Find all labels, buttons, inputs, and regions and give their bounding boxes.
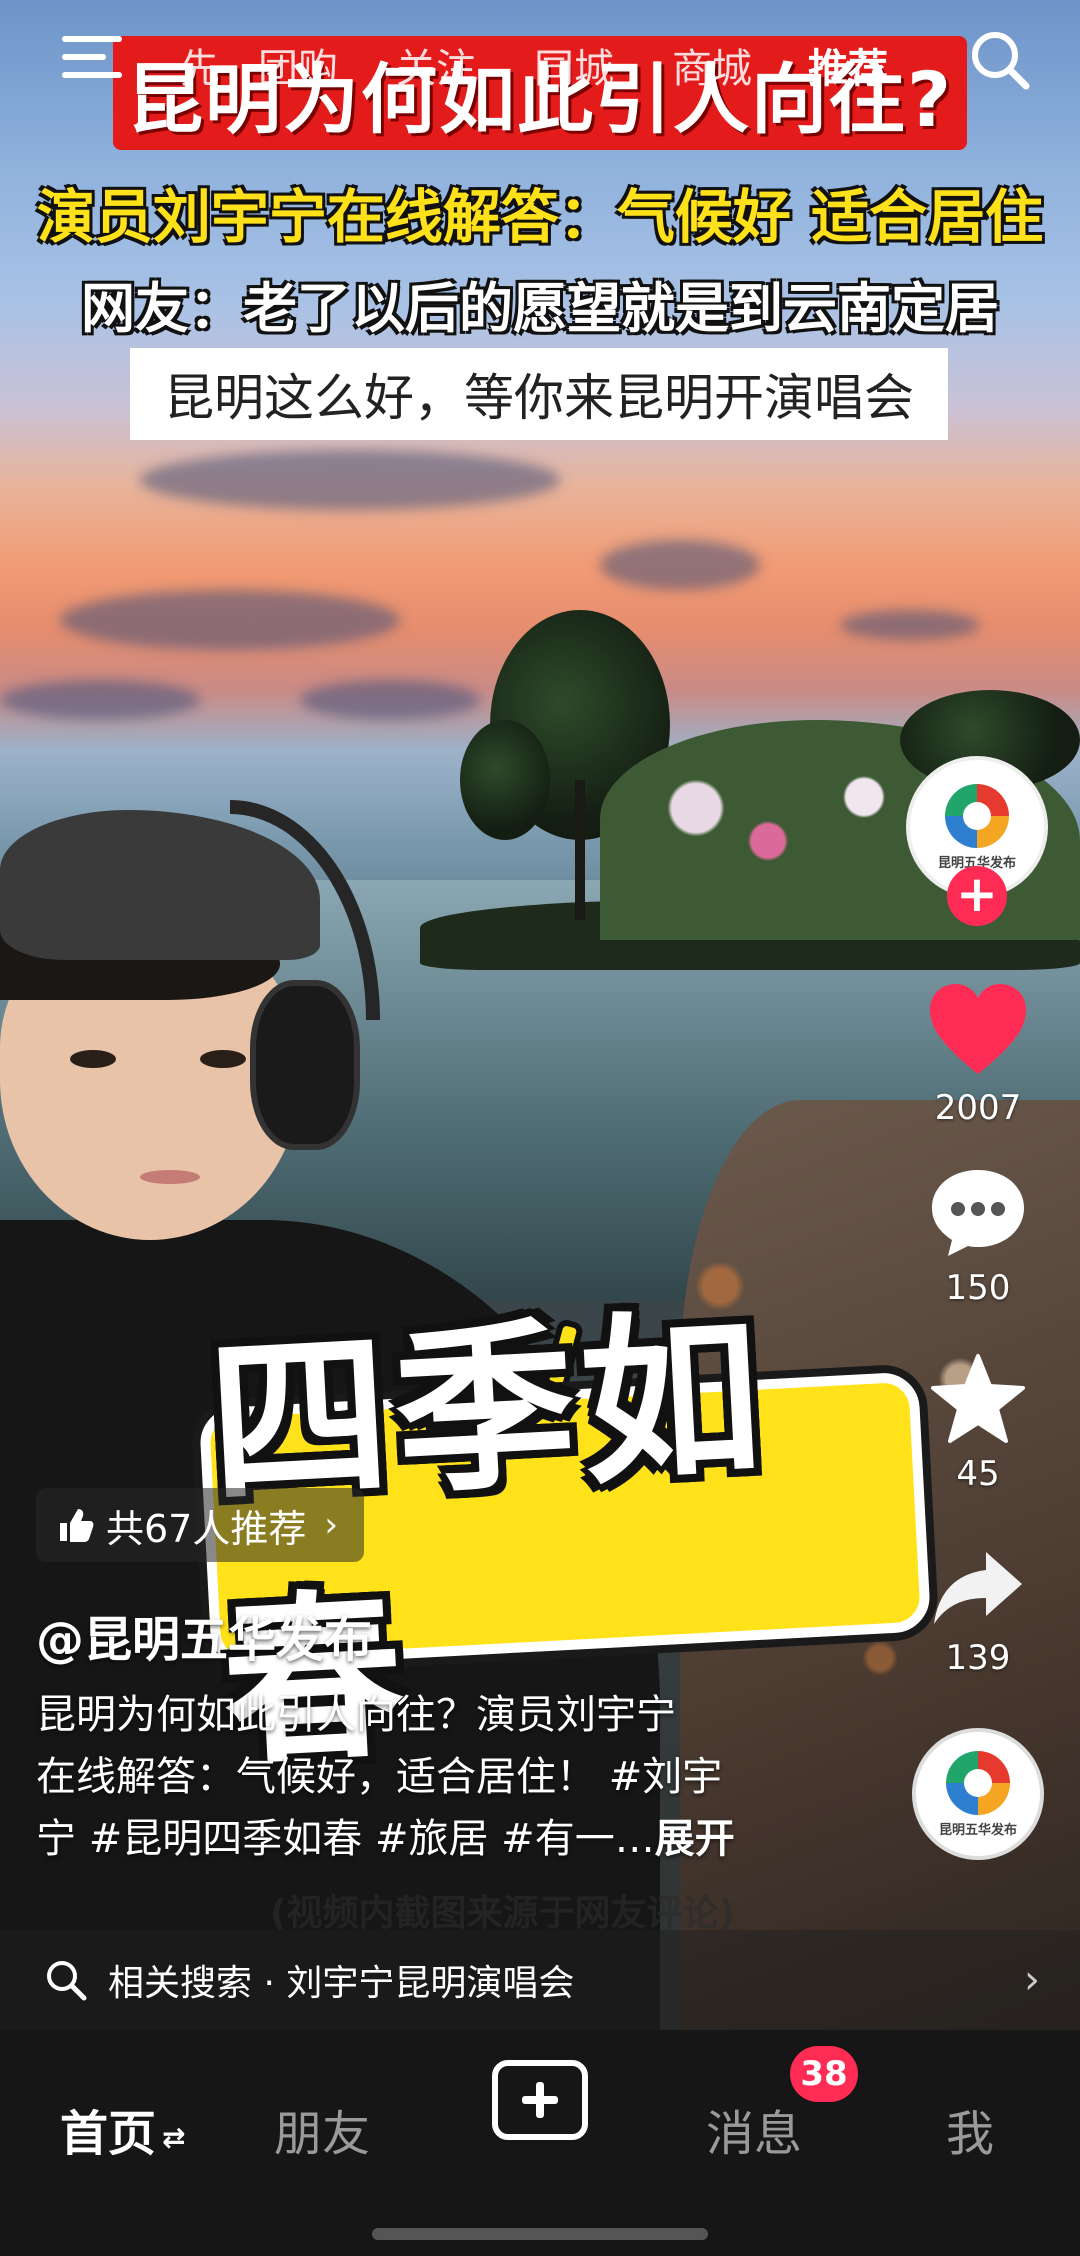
comment-caption: 网友：老了以后的愿望就是到云南定居 [81, 277, 999, 340]
share-button[interactable]: 139 [918, 1548, 1038, 1678]
author-name[interactable]: @昆明五华发布 [36, 1600, 372, 1670]
cloud [140, 450, 560, 510]
eye [200, 1050, 246, 1068]
switch-icon: ⇄ [162, 2120, 186, 2154]
recommend-chip[interactable]: 共67人推荐 › [36, 1488, 364, 1562]
description-line-text: 宁 #昆明四季如春 #旅居 #有一… [36, 1816, 655, 1862]
related-search-bar[interactable]: 相关搜索 · 刘宇宁昆明演唱会 › [0, 1930, 1080, 2030]
tab-me[interactable]: 我 [946, 2094, 994, 2164]
comment-button[interactable]: 150 [918, 1166, 1038, 1308]
like-count: 2007 [934, 1088, 1022, 1128]
menu-icon[interactable] [62, 36, 122, 86]
cloud [60, 590, 400, 650]
tab-messages[interactable]: 消息 [706, 2094, 802, 2164]
follow-button[interactable]: + [947, 866, 1007, 926]
tab-home[interactable]: 首页 ⇄ [60, 2094, 185, 2164]
subline-caption: 演员刘宇宁在线解答：气候好 适合居住 [36, 183, 1044, 251]
tab-mall[interactable]: 商城 [672, 36, 752, 94]
search-icon [47, 1961, 87, 2001]
top-nav: 先 团购 关注 同城 商城 推荐 [0, 20, 1080, 120]
search-icon[interactable] [968, 28, 1032, 92]
favorite-button[interactable]: 45 [918, 1352, 1038, 1494]
boxed-caption: 昆明这么好，等你来昆明开演唱会 [130, 348, 948, 440]
headphone-earcup [250, 980, 360, 1150]
mouth [140, 1170, 200, 1184]
music-disc[interactable]: 昆明五华发布 [912, 1728, 1044, 1860]
heart-icon [930, 984, 1026, 1074]
share-icon [934, 1552, 1022, 1624]
recommend-count: 共67人推荐 [106, 1506, 307, 1551]
music-logo-icon [946, 1750, 1010, 1815]
tab-following[interactable]: 关注 [396, 36, 476, 94]
comment-count: 150 [945, 1268, 1011, 1308]
description-line: 宁 #昆明四季如春 #旅居 #有一…展开 [36, 1808, 816, 1870]
tab-recommend[interactable]: 推荐 [808, 36, 888, 94]
tab-friends[interactable]: 朋友 [274, 2094, 370, 2164]
description-line: 在线解答：气候好，适合居住！ #刘宇 [36, 1754, 723, 1800]
plus-icon [522, 2082, 558, 2118]
messages-badge: 38 [790, 2046, 858, 2102]
eye [70, 1050, 116, 1068]
cloud [600, 540, 760, 590]
cloud [0, 680, 200, 720]
tab-local[interactable]: 同城 [534, 36, 614, 94]
tab-group-buy[interactable]: 团购 [258, 36, 338, 94]
thumbs-up-icon [60, 1509, 94, 1542]
chevron-right-icon: › [324, 1505, 338, 1545]
cloud [300, 680, 480, 720]
author-logo-icon [945, 783, 1009, 848]
post-description: 昆明为何如此引人向往？演员刘宇宁 在线解答：气候好，适合居住！ #刘宇 宁 #昆… [36, 1684, 816, 1870]
tab-first[interactable]: 先 [180, 36, 220, 94]
tab-home-label: 首页 [60, 2106, 157, 2162]
description-line: 昆明为何如此引人向往？演员刘宇宁 [36, 1692, 676, 1738]
cloud [840, 610, 980, 640]
create-button[interactable] [492, 2060, 588, 2140]
chevron-right-icon: › [1024, 1957, 1040, 2003]
comment-icon [932, 1170, 1024, 1256]
star-icon [931, 1354, 1025, 1443]
home-indicator[interactable] [372, 2228, 708, 2240]
bottom-tab-bar: 首页 ⇄ 朋友 消息 38 我 [0, 2030, 1080, 2256]
expand-link[interactable]: 展开 [655, 1816, 735, 1862]
like-button[interactable]: 2007 [918, 982, 1038, 1128]
related-search-text: 相关搜索 · 刘宇宁昆明演唱会 [108, 1963, 575, 2004]
share-count: 139 [945, 1638, 1011, 1678]
source-note: (视频内截图来源于网友评论) [270, 1893, 735, 1934]
music-logo-text: 昆明五华发布 [938, 1822, 1017, 1838]
favorite-count: 45 [956, 1454, 1000, 1494]
